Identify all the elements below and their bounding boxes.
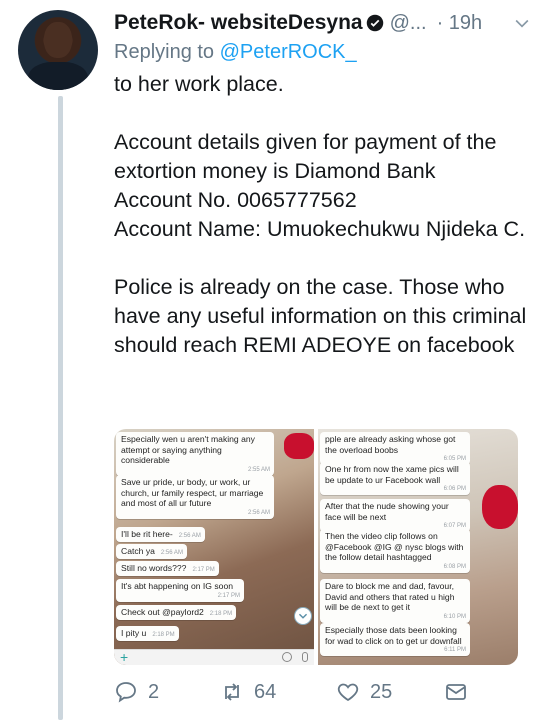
retweet-button[interactable]: 64 xyxy=(220,680,276,704)
chat-bubble-time: 6:06 PM xyxy=(443,486,466,493)
avatar-face xyxy=(44,22,72,58)
chat-bubble-time: 2:55 AM xyxy=(247,466,270,473)
chat-bubble-time: 6:08 PM xyxy=(443,563,466,570)
like-count: 25 xyxy=(370,680,393,703)
chat-bubble: Especially wen u aren't making any attem… xyxy=(116,432,274,476)
reply-icon xyxy=(116,682,136,703)
direct-message-icon xyxy=(446,684,466,700)
replying-to: Replying to @PeterROCK_ xyxy=(114,41,357,64)
chat-bubble-time: 2:18 PM xyxy=(152,631,175,638)
chevron-down-icon[interactable] xyxy=(512,13,532,33)
chat-bubble: Check out @paylord2 2:18 PM xyxy=(116,605,237,620)
chat-bubble: Catch ya 2:56 AM xyxy=(116,544,187,559)
tweet-text: to her work place. Account details given… xyxy=(114,72,527,357)
chat-bubble: Still no words??? 2:17 PM xyxy=(116,561,219,576)
chat-screenshot-right[interactable]: pple are already asking whose got the ov… xyxy=(318,429,518,665)
scroll-down-icon[interactable] xyxy=(294,607,312,625)
chat-bubble-text: pple are already asking whose got the ov… xyxy=(325,434,456,455)
display-name[interactable]: PeteRok- websiteDesyna xyxy=(114,11,363,35)
avatar[interactable] xyxy=(18,10,98,90)
attach-plus-icon[interactable]: + xyxy=(120,650,128,664)
chat-bubble-text: Then the video clip follows on @Facebook… xyxy=(325,531,464,563)
reply-button[interactable]: 2 xyxy=(114,680,159,704)
chat-bubble-text: Catch ya xyxy=(121,546,155,556)
chat-bubble-time: 6:10 PM xyxy=(443,613,466,620)
chat-bubble: It's abt happening on IG soon 2:17 PM xyxy=(116,579,244,602)
chat-bubble: Dare to block me and dad, favour, David … xyxy=(320,579,470,623)
chat-bubble-time: 2:17 PM xyxy=(217,592,240,599)
chat-bubble-text: I pity u xyxy=(121,628,147,638)
chat-bubble-text: Save ur pride, ur body, ur work, ur chur… xyxy=(121,477,264,509)
chat-bubble-text: I'll be rit here- xyxy=(121,529,173,539)
chat-bubble: After that the nude showing your face wi… xyxy=(320,499,470,533)
tweet-actions: 2 64 25 xyxy=(114,680,514,710)
timestamp[interactable]: · 19h xyxy=(437,12,483,35)
chat-composer[interactable]: + xyxy=(114,649,314,665)
reply-count: 2 xyxy=(148,680,160,703)
retweet-count: 64 xyxy=(254,680,277,703)
thread-line xyxy=(58,96,63,720)
chat-bubble: I'll be rit here- 2:56 AM xyxy=(116,527,205,542)
replying-to-mention[interactable]: @PeterROCK_ xyxy=(220,41,357,63)
chat-bubble-text: It's abt happening on IG soon xyxy=(121,581,234,591)
chat-bubble: Save ur pride, ur body, ur work, ur chur… xyxy=(116,475,274,519)
like-button[interactable]: 25 xyxy=(336,680,392,704)
chat-bubble-text: Dare to block me and dad, favour, David … xyxy=(325,581,455,613)
tweet-header: PeteRok- websiteDesyna @... · 19h xyxy=(114,8,532,38)
chat-bubble: Then the video clip follows on @Facebook… xyxy=(320,529,470,573)
handle[interactable]: @... xyxy=(390,12,427,35)
chat-bubble-time: 2:17 PM xyxy=(192,566,215,573)
replying-to-label: Replying to xyxy=(114,41,220,63)
verified-badge-icon xyxy=(366,14,383,32)
chat-bubble-time: 6:11 PM xyxy=(444,647,466,654)
red-sticker xyxy=(482,485,518,529)
chat-bubble-text: Check out @paylord2 xyxy=(121,607,204,617)
chat-bubble: Especially those dats been looking for w… xyxy=(320,623,470,657)
direct-message-button[interactable] xyxy=(444,680,478,704)
chat-bubble-time: 2:56 AM xyxy=(178,532,201,539)
chat-bubble-text: Especially those dats been looking for w… xyxy=(325,625,462,646)
like-icon xyxy=(337,683,359,702)
chat-bubble-text: Still no words??? xyxy=(121,563,187,573)
chat-bubble-time: 2:56 AM xyxy=(247,509,270,516)
retweet-icon xyxy=(225,683,239,701)
chat-bubble-text: After that the nude showing your face wi… xyxy=(325,501,449,522)
chat-bubble-time: 2:18 PM xyxy=(209,610,233,617)
chat-bubble-text: Especially wen u aren't making any attem… xyxy=(121,434,255,466)
chat-screenshot-left[interactable]: Especially wen u aren't making any attem… xyxy=(114,429,314,665)
avatar-shirt xyxy=(28,62,88,90)
chat-bubble: One hr from now the xame pics will be up… xyxy=(320,462,470,496)
red-sticker xyxy=(284,433,314,459)
microphone-icon[interactable] xyxy=(302,652,308,662)
tweet-media[interactable]: Especially wen u aren't making any attem… xyxy=(114,429,518,665)
chat-bubble: pple are already asking whose got the ov… xyxy=(320,432,470,466)
chat-bubble: I pity u 2:18 PM xyxy=(116,626,179,641)
chat-bubble-time: 2:56 AM xyxy=(160,549,183,556)
camera-icon[interactable] xyxy=(282,652,292,662)
chat-bubble-text: One hr from now the xame pics will be up… xyxy=(325,464,459,485)
